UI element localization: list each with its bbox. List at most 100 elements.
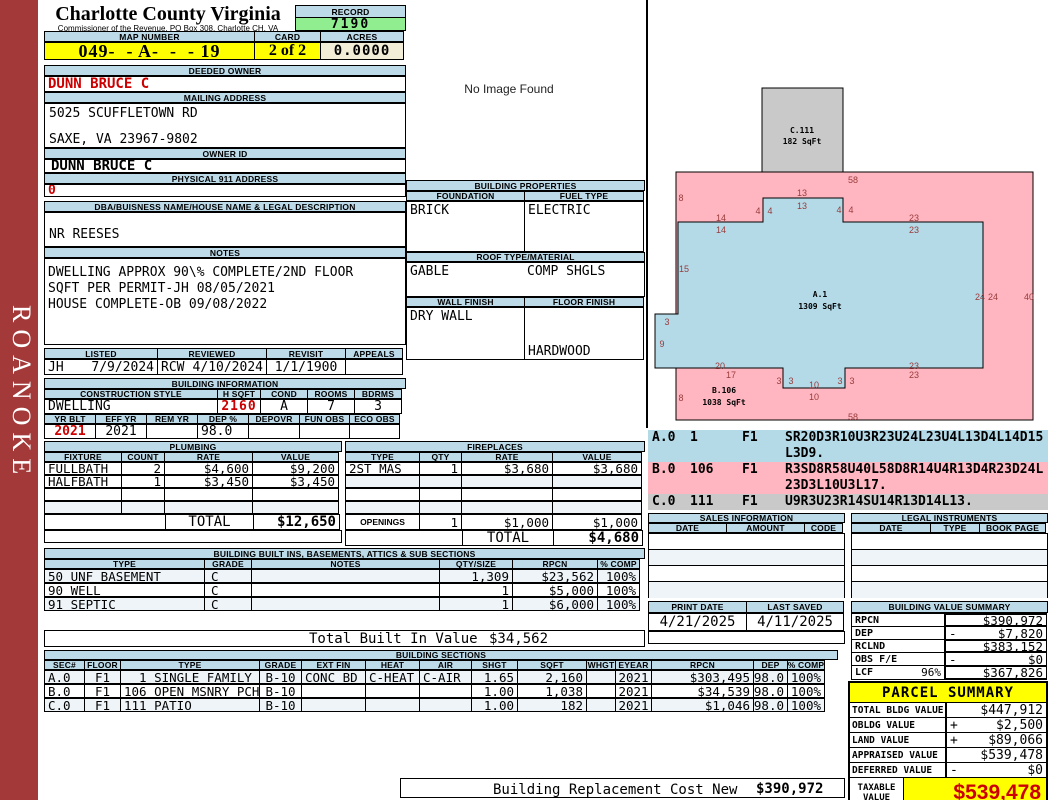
rate-label: RATE (164, 452, 253, 462)
reviewed-by: RCW (161, 359, 185, 375)
sales-empty-row (649, 550, 844, 566)
psum-sign: + (950, 732, 958, 748)
vsum-row: OBS F/E - $0 (851, 652, 1048, 666)
fp-qty-label: QTY (419, 452, 462, 462)
vsum-sign: - (949, 652, 957, 666)
remyr-value (146, 424, 198, 439)
sketch-dimension-label: 8 (678, 393, 683, 403)
comp-value: 100% (787, 670, 825, 684)
notes-line-2: SQFT PER PERMIT-JH 08/05/2021 (48, 281, 275, 296)
vsum-pct: 96% (921, 666, 941, 679)
heat-label: HEAT (365, 660, 420, 670)
reviewed-value: RCW 4/10/2024 (157, 359, 267, 375)
cmd-string: R3SD8R58U40L58D8R14U4R13D4R23D24L23D3L10… (785, 462, 1044, 493)
ecoobs-label: ECO OBS (349, 414, 400, 424)
fireplaces-total-label: TOTAL (462, 530, 554, 546)
effyr-value: 2021 (95, 424, 147, 439)
map-number-value: 049- - A- - - 19 (44, 42, 255, 60)
print-date-value: 4/21/2025 (648, 613, 747, 631)
dates-header-row: PRINT DATE LAST SAVED (648, 601, 844, 613)
sketch-dimension-label: 4 (755, 206, 760, 216)
notes-line-3: HOUSE COMPLETE-OB 09/08/2022 (48, 297, 268, 312)
psum-value: $89,066 (988, 732, 1043, 748)
dep-value: 98.0 (753, 684, 788, 698)
sketch-dimension-label: 10 (809, 380, 819, 390)
building-info-values2: 2021 2021 98.0 (44, 424, 400, 439)
psum-sign: - (950, 762, 958, 778)
properties-title: BUILDING PROPERTIES (406, 180, 645, 191)
sketch-dimension-label: 3 (837, 376, 842, 386)
sqft-label: SQFT (517, 660, 587, 670)
sketch-area-label: 1038 SqFt (702, 398, 746, 407)
legal-header-row: DATE TYPE BOOK PAGE (851, 523, 1046, 533)
building-info-header1: CONSTRUCTION STYLE H SQFT COND ROOMS BDR… (44, 389, 402, 399)
taxable-label-line1: TAXABLE (857, 782, 896, 793)
sales-empty-row (649, 534, 844, 550)
value-summary-title: BUILDING VALUE SUMMARY (851, 601, 1048, 613)
foundation-label: FOUNDATION (406, 191, 525, 201)
psum-value: $0 (1027, 762, 1043, 778)
sidebar-vertical-label: ROANOKE (7, 305, 36, 482)
sketch-dimension-label: 24 (975, 292, 985, 302)
sketch-dimension-label: 13 (797, 201, 807, 211)
last-saved-value: 4/11/2025 (746, 613, 844, 631)
photo-panel: No Image Found (406, 30, 645, 180)
bi-rpcn: $5,000 (512, 583, 598, 597)
heat-value (365, 698, 420, 712)
bi-notes (251, 569, 440, 583)
value-label: VALUE (252, 452, 339, 462)
cmd-code: 1 (690, 430, 698, 445)
map-number-label: MAP NUMBER (44, 31, 255, 42)
whgt-label: WHGT (586, 660, 616, 670)
sketch-dimension-label: 58 (848, 412, 858, 422)
builtin-row: 50 UNF BASEMENT C 1,309 $23,562 100% (44, 569, 640, 583)
mailing-address-box: 5025 SCUFFLETOWN RD SAXE, VA 23967-9802 (44, 103, 406, 148)
depovr-label: DEPOVR (248, 414, 300, 424)
owner-id-value: DUNN BRUCE C (44, 159, 406, 173)
footprint-sketch: C.111182 SqFt588 13134 4 4 41414232315A.1130… (654, 87, 1034, 422)
construction-style-value: DWELLING (44, 399, 218, 414)
remyr-label: REM YR (146, 414, 198, 424)
card-value: 2 of 2 (254, 42, 321, 60)
psum-row: TOTAL BLDG VALUE $447,912 (850, 703, 1046, 718)
deeded-owner-value: DUNN BRUCE C (44, 76, 406, 92)
legal-bookpage-label: BOOK PAGE (979, 523, 1046, 533)
fireplace-empty-row (345, 501, 642, 514)
heat-value: C-HEAT (365, 670, 420, 684)
sketch-area-label: A.1 (813, 290, 828, 299)
acres-label: ACRES (320, 31, 404, 42)
bi-notes (251, 597, 440, 611)
comp-value: 100% (787, 698, 825, 712)
cmd-floor: F1 (742, 430, 758, 445)
vsum-value: $367,826 (982, 665, 1043, 680)
rpcn-label: RPCN (651, 660, 754, 670)
sketch-command-row: A.0 1 F1 SR20D3R10U3R23U24L23U4L13D4L14D… (648, 430, 1048, 462)
fp-rate: $3,680 (461, 462, 553, 475)
bi-grade-label: GRADE (204, 559, 252, 569)
sec-label: SEC# (44, 660, 85, 670)
floor-value: F1 (84, 670, 121, 684)
extfin-value: CONC BD (301, 670, 366, 684)
listed-label: LISTED (44, 348, 158, 359)
comp-value: 100% (787, 684, 825, 698)
legal-empty-row (852, 534, 1047, 550)
vsum-sign: - (949, 626, 957, 640)
floor-value: F1 (84, 684, 121, 698)
sales-header-row: DATE AMOUNT CODE (648, 523, 843, 533)
sketch-dimension-label: 23 (909, 213, 919, 223)
dep-value: 98.0 (753, 670, 788, 684)
bi-comp: 100% (597, 569, 640, 583)
cond-value: A (260, 399, 308, 414)
fp-qty: 1 (419, 462, 462, 475)
builtins-total-value: $34,562 (489, 630, 549, 647)
last-saved-label: LAST SAVED (746, 601, 844, 613)
sketch-area-label: 1309 SqFt (798, 302, 842, 311)
fireplaces-total-value: $4,680 (553, 530, 643, 546)
taxable-label-cell: TAXABLE VALUE (850, 778, 904, 800)
replacement-cost-value: $390,972 (756, 781, 824, 797)
sketch-area-label: B.106 (712, 386, 736, 395)
openings-qty: 1 (419, 514, 462, 530)
appeals-label: APPEALS (345, 348, 403, 359)
sketch-dimension-label: 24 (988, 292, 998, 302)
record-value-box: 7190 (295, 17, 406, 31)
